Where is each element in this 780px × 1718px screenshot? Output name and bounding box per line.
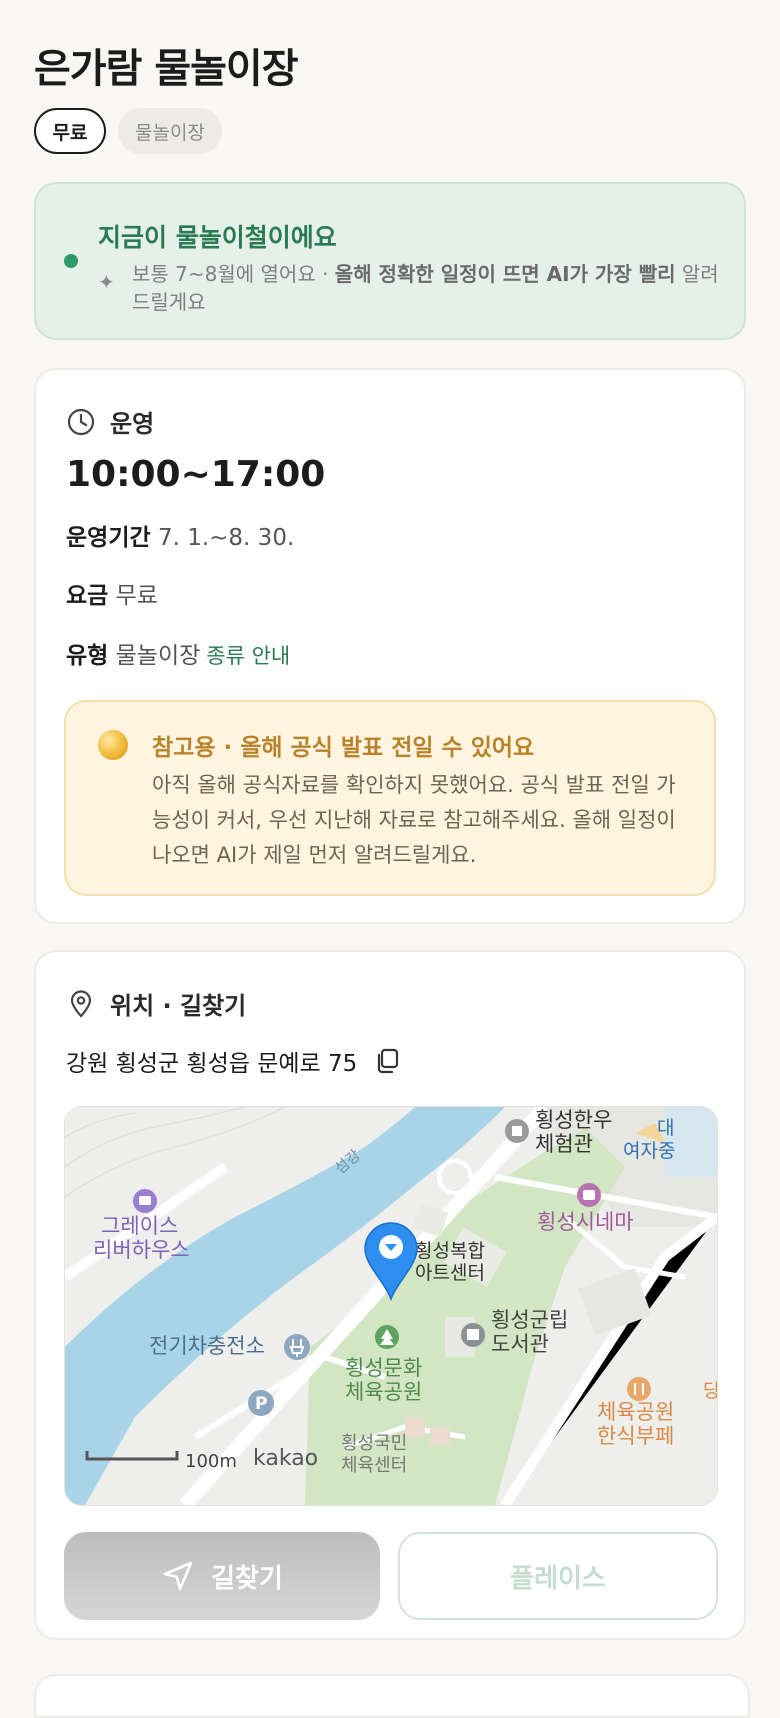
page-title: 은가람 물놀이장 bbox=[34, 46, 299, 92]
map-label-library: 횡성군립 bbox=[491, 1308, 568, 1332]
map-label-hanwoo: 횡성한우 bbox=[535, 1108, 612, 1132]
copy-icon[interactable] bbox=[373, 1047, 401, 1075]
operation-title: 운영 bbox=[110, 410, 155, 438]
location-pin-icon bbox=[70, 989, 92, 1018]
page: 은가람 물놀이장 무료 물놀이장 지금이 물놀이철이에요 ✦ 보통 7~8월에 … bbox=[0, 0, 780, 1718]
season-headline: 지금이 물놀이철이에요 bbox=[98, 223, 337, 252]
season-description: 보통 7~8월에 열어요 · 올해 정확한 일정이 뜨면 AI가 가장 빨리 알… bbox=[132, 262, 719, 314]
fee-row: 요금 무료 bbox=[66, 583, 158, 609]
map-label-artcenter-2: 아트센터 bbox=[415, 1262, 485, 1284]
map-label-park: 횡성문화 bbox=[345, 1356, 422, 1380]
season-banner: 지금이 물놀이철이에요 ✦ 보통 7~8월에 열어요 · 올해 정확한 일정이 … bbox=[34, 182, 746, 340]
next-card-edge bbox=[34, 1674, 750, 1718]
map-label-cinema: 횡성시네마 bbox=[537, 1210, 634, 1234]
location-header: 위치 · 길찾기 bbox=[66, 986, 246, 1021]
map-label-artcenter: 횡성복합 bbox=[415, 1240, 485, 1262]
map-label-buffet: 체육공원 bbox=[597, 1400, 674, 1424]
map-label-edge: 당 bbox=[703, 1380, 717, 1402]
type-guide-link[interactable]: 종류 안내 bbox=[206, 644, 290, 668]
operation-card: 운영 10:00~17:00 운영기간 7. 1.~8. 30. 요금 무료 유… bbox=[34, 368, 746, 924]
address-row: 강원 횡성군 횡성읍 문예로 75 bbox=[66, 1044, 401, 1078]
location-card: 위치 · 길찾기 강원 횡성군 횡성읍 문예로 75 횡성한우 체험관 대 여자… bbox=[34, 950, 746, 1640]
status-dot-icon bbox=[64, 254, 78, 268]
map-label-grace: 그레이스 bbox=[101, 1214, 178, 1238]
map-label-park-2: 체육공원 bbox=[345, 1380, 422, 1404]
map-label-sports-2: 체육센터 bbox=[341, 1455, 407, 1476]
category-chip[interactable]: 물놀이장 bbox=[118, 108, 222, 154]
type-row: 유형 물놀이장 종류 안내 bbox=[66, 643, 291, 669]
free-badge: 무료 bbox=[34, 108, 106, 154]
place-button[interactable]: 플레이스 bbox=[398, 1532, 718, 1620]
operating-hours: 10:00~17:00 bbox=[66, 454, 326, 495]
notice-body: 아직 올해 공식자료를 확인하지 못했어요. 공식 발표 전일 가능성이 커서,… bbox=[152, 773, 676, 867]
reference-notice: 참고용 · 올해 공식 발표 전일 수 있어요 아직 올해 공식자료를 확인하지… bbox=[64, 700, 716, 896]
svg-text:P: P bbox=[255, 1394, 267, 1414]
map-label-buffet-2: 한식부페 bbox=[597, 1424, 674, 1448]
map-label-sports: 횡성국민 bbox=[341, 1433, 407, 1454]
kakao-logo: kakao bbox=[253, 1446, 318, 1471]
location-title: 위치 · 길찾기 bbox=[110, 992, 247, 1020]
map-label-school-2: 여자중 bbox=[623, 1140, 675, 1162]
map-label-hanwoo-2: 체험관 bbox=[535, 1132, 593, 1156]
map-label-grace-2: 리버하우스 bbox=[93, 1238, 190, 1262]
map-view[interactable]: 횡성한우 체험관 대 여자중 그레이스 리버하우스 횡성시네마 횡성복합 아트센… bbox=[64, 1106, 718, 1506]
sparkle-icon: ✦ bbox=[98, 270, 115, 294]
directions-label: 길찾기 bbox=[211, 1563, 283, 1594]
directions-button[interactable]: 길찾기 bbox=[64, 1532, 380, 1620]
address-text: 강원 횡성군 횡성읍 문예로 75 bbox=[66, 1051, 358, 1077]
navigation-arrow-icon bbox=[163, 1561, 193, 1591]
map-canvas[interactable]: 횡성한우 체험관 대 여자중 그레이스 리버하우스 횡성시네마 횡성복합 아트센… bbox=[65, 1107, 717, 1505]
map-label-library-2: 도서관 bbox=[491, 1332, 549, 1356]
ai-orb-icon bbox=[98, 730, 128, 760]
clock-icon bbox=[67, 408, 95, 435]
operation-header: 운영 bbox=[66, 404, 154, 439]
notice-headline: 참고용 · 올해 공식 발표 전일 수 있어요 bbox=[152, 735, 535, 761]
map-label-school: 대 bbox=[657, 1117, 674, 1139]
map-label-ev: 전기차충전소 bbox=[149, 1334, 265, 1358]
map-scale-label: 100m bbox=[185, 1451, 237, 1472]
period-row: 운영기간 7. 1.~8. 30. bbox=[66, 525, 295, 551]
